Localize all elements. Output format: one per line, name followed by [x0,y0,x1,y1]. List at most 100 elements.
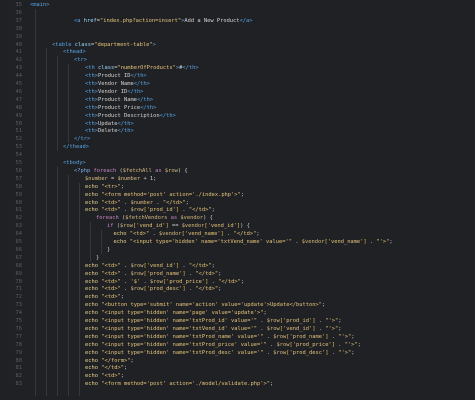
code-line[interactable]: 61 echo "<td>" . $row['prod_id'] . "</td>… [0,206,475,214]
code-line[interactable]: 68 echo "<td>" . $row['vend_id'] . "</td>… [0,262,475,270]
code-text: } [96,254,99,262]
code-line[interactable]: 56 <?php foreach ($fetchAll as $row) { [0,167,475,175]
code-token: <th> [85,73,98,80]
code-line[interactable]: 40 <table class="department-table"> [0,41,475,49]
code-line[interactable]: 76 echo "<input type='hidden' name='txtVe… [0,325,475,333]
code-token: '$' [130,278,144,285]
code-line[interactable]: 57 $number = $number + 1; [0,175,475,183]
code-token: "</td>" [101,365,124,372]
code-token: ; [120,183,124,190]
code-text: </thead> [63,143,89,151]
code-token: ; [211,207,215,214]
code-token: "<td>" [101,207,124,214]
code-token: </th> [117,128,134,135]
code-line[interactable]: 71 echo "<td>" . $row['prod_desc'] . "</t… [0,285,475,293]
code-line[interactable]: 42 <tr> [0,56,475,64]
code-line[interactable]: 38 [0,25,475,33]
code-token: ; [389,239,393,245]
code-line[interactable]: 77 echo "<input type='hidden' name='txtPr… [0,333,475,341]
code-line[interactable]: 41 <thead> [0,48,475,56]
code-line[interactable]: 62 foreach ($fetchVendors as $vendor) { [0,214,475,222]
code-token: ; [130,357,134,364]
code-line[interactable]: 67} [0,254,475,262]
code-editor[interactable]: 35 <main> 36 37 <a href="index.php?action=in… [0,0,475,400]
code-line[interactable]: 51 <th>Delete</th> [0,127,475,135]
code-token: "'>" [325,325,339,332]
code-token: <th> [85,120,98,127]
code-line[interactable]: 46 <th>Vendor ID</th> [0,88,475,96]
code-text: <th>Update</th> [85,120,134,128]
code-line[interactable]: 66} [0,246,475,254]
line-number: 43 [15,65,23,72]
code-text: <table class="department-table"> [52,41,156,49]
code-line[interactable]: 44 <th>Product ID</th> [0,72,475,80]
line-number: 61 [15,207,23,214]
code-line[interactable]: 50 <th>Update</th> [0,120,475,128]
code-token: "<td>" [129,231,153,238]
code-line[interactable]: 80 echo "</form>"; [0,357,475,365]
code-line[interactable]: 53 </thead> [0,143,475,151]
code-line[interactable]: 49 <th>Product Description</th> [0,112,475,120]
code-token: </th> [117,120,134,127]
code-line[interactable]: 59 echo "<form method='post' action='./in… [0,191,475,199]
code-token: "<input type='hidden' name='txtVend_id' … [101,325,261,332]
line-number: 66 [15,246,23,253]
code-token: ; [338,318,342,324]
code-line[interactable]: 72 echo "<td>"; [0,293,475,301]
code-token: echo [85,207,102,214]
code-token: "'>" [338,349,352,356]
code-token: echo [85,318,102,324]
code-line[interactable]: 36 [0,9,475,17]
code-line[interactable]: 45 <th>Vendor Name</th> [0,80,475,88]
code-token: "</td>" [195,286,219,293]
code-line[interactable]: 35 <main> [0,1,475,9]
code-line[interactable]: 37 <a href="index.php?action=insert">Add … [0,17,475,25]
code-line[interactable]: 47 <th>Product Name</th> [0,96,475,104]
code-text: echo "<input type='hidden' name='txtProd… [85,341,361,349]
code-token: == [168,223,182,230]
code-line[interactable]: 54 [0,151,475,159]
code-line[interactable]: 64 echo "<td>" . $vendor['vend_name'] . … [0,230,475,238]
code-line[interactable]: 60 echo "<td>" . $number . "</td>"; [0,199,475,207]
code-line[interactable]: 81 echo "</td>"; [0,364,475,372]
code-token: echo [85,262,102,269]
code-line[interactable]: 73 echo "<button type='submit' name='acti… [0,301,475,309]
code-line[interactable]: 78 echo "<input type='hidden' name='txtPr… [0,341,475,349]
code-line[interactable]: 69 echo "<td>" . $row['prod_name'] . "</t… [0,270,475,278]
code-text: echo "<td>" . '$' . $row['prod_price'] .… [85,278,244,286]
code-token: "</td>" [218,278,241,285]
code-token: </th> [133,81,150,87]
code-token: "<button type='submit' name='action' val… [101,302,322,309]
code-line[interactable]: 52 </tr> [0,135,475,143]
code-text: <th>Vendor Name</th> [85,80,150,88]
code-line[interactable]: 75 echo "<input type='hidden' name='txtPr… [0,317,475,325]
code-line[interactable]: 39 [0,33,475,41]
code-line[interactable]: 74 echo "<input type='hidden' name='page'… [0,309,475,317]
code-token: class [97,65,115,72]
code-text: <th>Delete</th> [85,127,134,135]
code-text: echo "<input type='hidden' name='page' v… [85,309,267,317]
code-line[interactable]: 83 echo "<form method='post' action='./mo… [0,380,475,388]
code-token: "<input type='hidden' name='page' value=… [101,310,264,317]
code-line[interactable]: 63 if ($row['vend_id'] == $vendor['vend_i… [0,222,475,230]
code-token: $row [266,318,280,324]
code-token: echo [85,333,102,340]
line-number: 51 [15,128,23,135]
code-line[interactable]: 55 <tbody> [0,159,475,167]
code-line[interactable]: 70 echo "<td>" . '$' . $row['prod_price']… [0,278,475,286]
code-line[interactable]: 43 <th class="numberOfProducts">#</th> [0,64,475,72]
code-line[interactable]: 82 echo "<td>"; [0,372,475,380]
code-line[interactable]: 65 echo "<input type='hidden' name='txtV… [0,238,475,246]
code-line[interactable]: 79 echo "<input type='hidden' name='txtPr… [0,349,475,357]
code-token: $row [120,223,133,230]
code-line[interactable]: 48 <th>Product Price</th> [0,104,475,112]
code-token: $number [85,175,111,182]
code-text: echo "<input type='hidden' name='txtVend… [85,325,341,333]
code-line[interactable]: 58 echo "<tr>"; [0,183,475,191]
line-number: 49 [15,112,23,119]
code-token: $row [130,262,144,269]
code-token: 'prod_desc' [289,349,326,356]
line-number: 79 [15,349,23,356]
code-token: 'prod_id' [283,318,313,324]
code-text: <th>Product Name</th> [85,96,153,104]
